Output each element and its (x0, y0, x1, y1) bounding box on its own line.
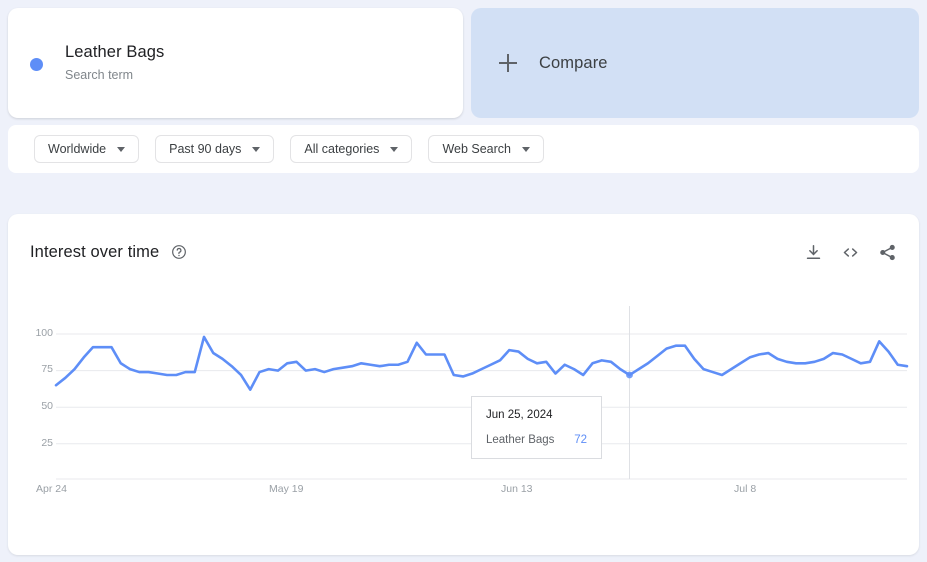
search-term-subtitle: Search term (65, 68, 134, 82)
y-tick-label-50: 50 (41, 400, 53, 412)
category-filter-label: All categories (304, 142, 380, 156)
tooltip-series-row: Leather Bags 72 (486, 434, 587, 446)
chart-tooltip: Jun 25, 2024 Leather Bags 72 (471, 396, 602, 459)
y-tick-label-75: 75 (41, 363, 53, 375)
search-terms-row: Leather Bags Search term Compare (8, 8, 919, 118)
category-filter[interactable]: All categories (290, 135, 413, 163)
tooltip-date: Jun 25, 2024 (486, 409, 553, 421)
search-type-filter-label: Web Search (442, 142, 511, 156)
series-color-dot (30, 57, 43, 71)
chart-actions (804, 243, 897, 262)
x-tick-label-2: Jun 13 (501, 483, 533, 495)
time-range-filter[interactable]: Past 90 days (155, 135, 275, 163)
page-title: Interest over time (30, 242, 160, 261)
share-icon[interactable] (878, 243, 897, 262)
tooltip-series-name: Leather Bags (486, 434, 555, 446)
search-type-filter[interactable]: Web Search (428, 135, 544, 163)
compare-label: Compare (539, 53, 608, 72)
chart-header: Interest over time (30, 236, 897, 268)
filter-bar: Worldwide Past 90 days All categories We… (8, 125, 919, 173)
location-filter-label: Worldwide (48, 142, 107, 156)
embed-code-icon[interactable] (841, 243, 860, 262)
search-term-card[interactable]: Leather Bags Search term (8, 8, 463, 118)
search-term-title: Leather Bags (65, 43, 165, 61)
compare-button[interactable]: Compare (471, 8, 919, 118)
download-icon[interactable] (804, 243, 823, 262)
location-filter[interactable]: Worldwide (34, 135, 140, 163)
x-tick-label-3: Jul 8 (734, 483, 757, 495)
interest-over-time-card: Interest over time 100 75 50 25 Apr 24 M… (8, 214, 919, 555)
chevron-down-icon (390, 146, 399, 152)
tooltip-series-value: 72 (574, 434, 587, 446)
time-range-filter-label: Past 90 days (169, 142, 242, 156)
x-tick-label-0: Apr 24 (36, 483, 67, 495)
y-tick-label-100: 100 (35, 327, 53, 339)
chevron-down-icon (117, 146, 126, 152)
help-circle-icon[interactable] (171, 244, 187, 260)
y-tick-label-25: 25 (41, 437, 53, 449)
chevron-down-icon (522, 146, 530, 152)
x-tick-label-1: May 19 (269, 483, 304, 495)
search-term-text: Leather Bags Search term (65, 41, 164, 85)
chevron-down-icon (252, 146, 261, 152)
plus-icon (499, 54, 517, 72)
